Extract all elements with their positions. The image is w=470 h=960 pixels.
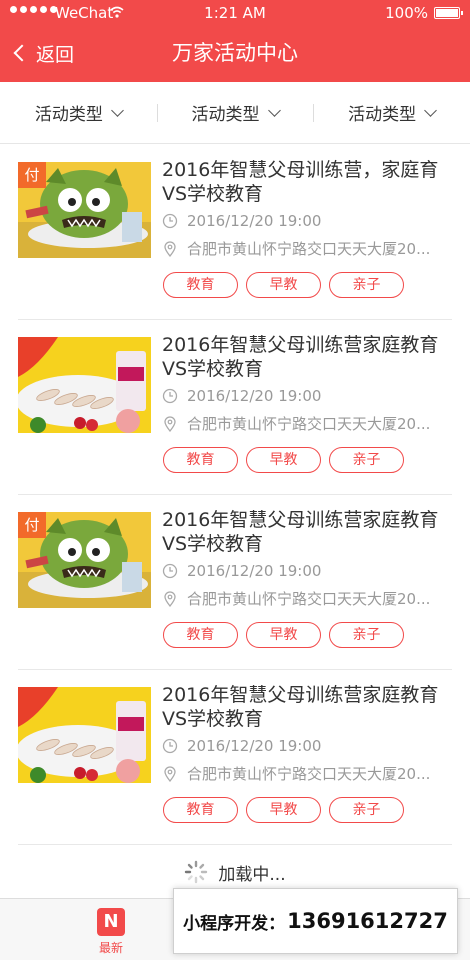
loading-text: 加载中... (218, 864, 286, 885)
event-location: 合肥市黄山怀宁路交口天天大厦20... (162, 588, 430, 609)
tag-parent-child[interactable]: 亲子 (329, 622, 404, 648)
latest-icon: N (97, 908, 125, 936)
location-pin-icon (164, 590, 176, 607)
contact-label: 小程序开发： (183, 913, 286, 934)
event-location: 合肥市黄山怀宁路交口天天大厦20... (162, 763, 430, 784)
filter-activity-type-3[interactable]: 活动类型 (313, 82, 470, 143)
contact-number: 13691612727 (287, 909, 448, 933)
event-datetime: 2016/12/20 19:00 (162, 387, 321, 405)
event-location-text: 合肥市黄山怀宁路交口天天大厦20... (187, 765, 431, 783)
event-thumbnail (18, 687, 151, 783)
chevron-down-icon (110, 103, 124, 117)
shrimp-dish-image (18, 337, 151, 433)
event-datetime: 2016/12/20 19:00 (162, 562, 321, 580)
tag-parent-child[interactable]: 亲子 (329, 797, 404, 823)
contact-overlay: 小程序开发： 13691612727 (173, 888, 458, 954)
tag-early-education[interactable]: 早教 (246, 797, 321, 823)
event-card[interactable]: 付 2016年智慧父母训练营家庭教育VS学校教育 2016/12/20 19:0… (0, 495, 470, 670)
event-datetime-text: 2016/12/20 19:00 (187, 737, 322, 755)
event-location-text: 合肥市黄山怀宁路交口天天大厦20... (187, 590, 431, 608)
tag-education[interactable]: 教育 (163, 797, 238, 823)
clock-icon (162, 388, 178, 404)
event-datetime-text: 2016/12/20 19:00 (187, 212, 322, 230)
event-card[interactable]: 2016年智慧父母训练营家庭教育VS学校教育 2016/12/20 19:00 … (0, 670, 470, 845)
tag-early-education[interactable]: 早教 (246, 272, 321, 298)
event-tags: 教育 早教 亲子 (163, 797, 404, 823)
tag-education[interactable]: 教育 (163, 622, 238, 648)
battery-icon (434, 7, 463, 19)
loading-indicator: 加载中... (0, 856, 470, 888)
event-thumbnail: 付 (18, 162, 151, 258)
filter-activity-type-1[interactable]: 活动类型 (0, 82, 157, 143)
status-bar: WeChat 1:21 AM 100% (0, 0, 470, 26)
filter-label: 活动类型 (34, 105, 103, 125)
divider (18, 844, 452, 845)
tag-early-education[interactable]: 早教 (246, 447, 321, 473)
paid-badge: 付 (18, 512, 46, 538)
shrimp-dish-image (18, 687, 151, 783)
spinner-icon (185, 860, 208, 884)
tag-early-education[interactable]: 早教 (246, 622, 321, 648)
event-datetime: 2016/12/20 19:00 (162, 737, 321, 755)
event-location: 合肥市黄山怀宁路交口天天大厦20... (162, 413, 430, 434)
chevron-down-icon (267, 103, 281, 117)
event-card[interactable]: 2016年智慧父母训练营家庭教育VS学校教育 2016/12/20 19:00 … (0, 320, 470, 495)
filter-label: 活动类型 (191, 105, 260, 125)
event-location: 合肥市黄山怀宁路交口天天大厦20... (162, 238, 430, 259)
event-location-text: 合肥市黄山怀宁路交口天天大厦20... (187, 415, 431, 433)
event-title: 2016年智慧父母训练营家庭教育VS学校教育 (162, 684, 439, 730)
filter-bar: 活动类型 活动类型 活动类型 (0, 82, 470, 144)
event-tags: 教育 早教 亲子 (163, 447, 404, 473)
chevron-down-icon (424, 103, 438, 117)
location-pin-icon (164, 415, 176, 432)
event-title: 2016年智慧父母训练营，家庭育VS学校教育 (162, 159, 439, 205)
tag-parent-child[interactable]: 亲子 (329, 272, 404, 298)
clock-icon (162, 213, 178, 229)
clock-icon (162, 563, 178, 579)
event-title: 2016年智慧父母训练营家庭教育VS学校教育 (162, 509, 439, 555)
event-tags: 教育 早教 亲子 (163, 622, 404, 648)
filter-label: 活动类型 (348, 105, 417, 125)
event-location-text: 合肥市黄山怀宁路交口天天大厦20... (187, 240, 431, 258)
header: WeChat 1:21 AM 100% 返回 万家活动中心 (0, 0, 470, 82)
tab-latest-label: 最新 (98, 941, 123, 955)
clock-icon (162, 738, 178, 754)
event-datetime-text: 2016/12/20 19:00 (187, 562, 322, 580)
tag-parent-child[interactable]: 亲子 (329, 447, 404, 473)
event-thumbnail: 付 (18, 512, 151, 608)
filter-activity-type-2[interactable]: 活动类型 (156, 82, 314, 143)
tag-education[interactable]: 教育 (163, 272, 238, 298)
event-tags: 教育 早教 亲子 (163, 272, 404, 298)
tab-latest[interactable]: N 最新 (86, 908, 136, 956)
paid-badge: 付 (18, 162, 46, 188)
location-pin-icon (164, 765, 176, 782)
event-card[interactable]: 付 2016年智慧父母训练营，家庭育VS学校教育 2016/12/20 19:0… (0, 145, 470, 320)
event-datetime: 2016/12/20 19:00 (162, 212, 321, 230)
event-title: 2016年智慧父母训练营家庭教育VS学校教育 (162, 334, 439, 380)
tag-education[interactable]: 教育 (163, 447, 238, 473)
battery-percent: 100% (385, 4, 428, 22)
event-thumbnail (18, 337, 151, 433)
location-pin-icon (164, 240, 176, 257)
event-datetime-text: 2016/12/20 19:00 (187, 387, 322, 405)
page-title: 万家活动中心 (172, 41, 298, 65)
